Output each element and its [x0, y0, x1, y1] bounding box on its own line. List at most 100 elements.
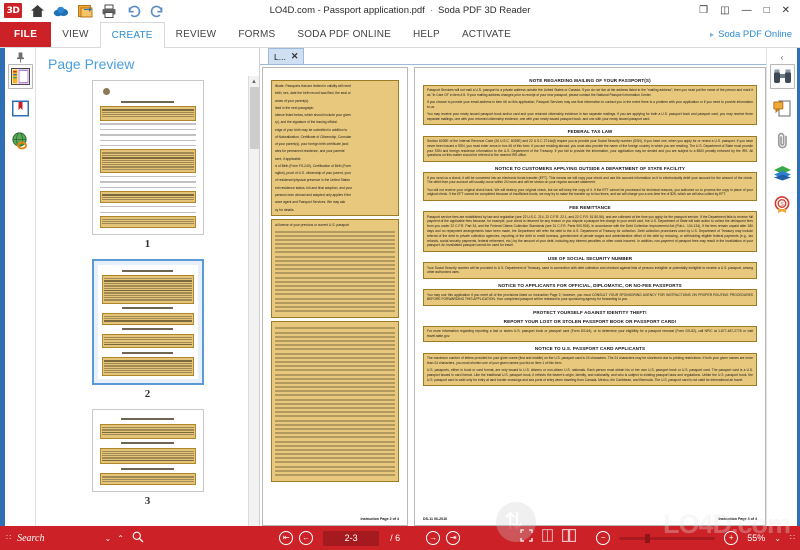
comments-icon[interactable]	[770, 96, 795, 121]
collapse-panel-button[interactable]: ‹	[781, 50, 784, 64]
page-left-fragment: ry), and the signature of the issuing of…	[275, 120, 338, 125]
section-heading: NOTICE TO CUSTOMERS APPLYING OUTSIDE A D…	[494, 165, 686, 171]
crest-icon	[102, 88, 110, 95]
section-paragraph: If you choose to provide your email addr…	[427, 100, 753, 109]
print-icon[interactable]	[100, 2, 118, 20]
page-number-input[interactable]: 2-3	[323, 530, 380, 546]
soda-3d-logo-icon[interactable]: 3D	[4, 2, 22, 20]
page-preview-icon[interactable]	[7, 64, 33, 89]
tab-activate[interactable]: ACTIVATE	[451, 22, 522, 47]
maximize-button[interactable]: □	[764, 5, 770, 16]
home-icon[interactable]	[28, 2, 46, 20]
page-right-footer: DS-11 06-2016 Instruction Page 3 of 4	[423, 514, 757, 521]
section-paragraph: You may use this application if you meet…	[427, 292, 753, 302]
search-binoculars-icon[interactable]	[769, 64, 795, 89]
section-paragraph: For more information regarding reporting…	[427, 329, 753, 338]
close-button[interactable]: ✕	[782, 5, 790, 16]
search-prev-icon[interactable]: ⌃	[117, 534, 124, 543]
page-left-footer: Instruction Page 2 of 4	[271, 514, 399, 521]
zoom-slider[interactable]	[619, 533, 716, 543]
zoom-in-button[interactable]: +	[724, 531, 739, 545]
last-page-button[interactable]: ⇥	[446, 531, 461, 545]
section-heading: FEDERAL TAX LAW	[567, 129, 613, 135]
chevron-right-icon: ▸	[710, 30, 715, 39]
undo-icon[interactable]	[124, 2, 142, 20]
tab-help[interactable]: HELP	[402, 22, 451, 47]
bookmarks-icon[interactable]	[8, 96, 33, 121]
thumbnail-item-2[interactable]: 2	[36, 258, 259, 410]
next-page-button[interactable]: →	[426, 531, 441, 545]
window-title-document: LO4D.com - Passport application.pdf	[269, 5, 425, 16]
redo-icon[interactable]	[148, 2, 166, 20]
preview-scrollbar[interactable]: ▲	[248, 76, 259, 526]
links-globe-icon[interactable]	[8, 128, 33, 153]
section-heading: FEE REMITTANCE	[569, 204, 611, 210]
first-page-button[interactable]: ⇤	[279, 531, 294, 545]
zoom-slider-handle[interactable]	[645, 533, 651, 543]
preview-scrollbar-thumb[interactable]	[250, 87, 259, 149]
tab-create[interactable]: CREATE	[99, 22, 165, 48]
document-canvas[interactable]: ificate. Passports that are limited in v…	[260, 65, 766, 526]
document-page-left[interactable]: ificate. Passports that are limited in v…	[262, 67, 408, 526]
title-bar: 3D LO4D.com - Passport application.pdf ·…	[0, 0, 800, 22]
section-heading: NOTICE TO U.S. PASSPORT CARD APPLICANTS	[534, 346, 646, 352]
thumbnail-page-2[interactable]	[91, 258, 204, 386]
search-next-icon[interactable]: ⌄	[105, 534, 112, 543]
section-body: You may use this application if you meet…	[423, 289, 757, 306]
facing-pages-icon[interactable]	[562, 529, 577, 547]
search-icon[interactable]	[132, 531, 144, 546]
soda-pdf-online-link[interactable]: ▸ Soda PDF Online	[710, 22, 800, 47]
zoom-level-label[interactable]: 55%	[747, 533, 765, 543]
fit-screen-icon[interactable]	[520, 529, 533, 547]
page-left-fragment: nglish), proof of U.S. citizenship of yo…	[275, 171, 351, 176]
view-mode-group: − + 55% ⌄ ∷	[520, 529, 795, 547]
section-paragraph: The maximum number of letters provided f…	[427, 356, 753, 365]
thumbnail-item-1[interactable]: 1	[36, 80, 259, 259]
attachments-paperclip-icon[interactable]	[770, 128, 795, 153]
page-left-fragment: rt of Birth (Form FS-240), Certification…	[275, 163, 352, 168]
thumbnail-item-3[interactable]: 3	[36, 409, 259, 516]
page-total-label: / 6	[390, 533, 401, 543]
preview-scroll-up-button[interactable]: ▲	[249, 76, 259, 87]
tab-view[interactable]: VIEW	[51, 22, 99, 47]
quick-access-toolbar: 3D	[0, 2, 166, 20]
minimize-button[interactable]: —	[742, 5, 752, 16]
section-paragraph: Passport service fees are established by…	[427, 214, 753, 248]
pin-panel-button[interactable]	[5, 50, 35, 64]
zoom-out-button[interactable]: −	[596, 531, 611, 545]
stamp-signature-icon[interactable]: S	[770, 192, 795, 217]
tab-soda-pdf-online[interactable]: SODA PDF ONLINE	[286, 22, 402, 47]
section-paragraph: U.S. passports, either in book or card f…	[427, 368, 753, 382]
tab-forms[interactable]: FORMS	[227, 22, 286, 47]
page-left-fragment: edge of your birth may be submitted in a…	[275, 127, 348, 132]
thumbnail-page-1[interactable]	[91, 80, 204, 235]
tab-file[interactable]: FILE	[0, 22, 52, 47]
zoom-dropdown-icon[interactable]: ⌄	[774, 534, 781, 543]
fullscreen-button[interactable]: ❐	[699, 5, 708, 16]
page-left-fragment: ent residence status, full and final ado…	[275, 185, 353, 190]
document-tab[interactable]: L... ✕	[268, 48, 305, 64]
cloud-icon[interactable]	[52, 2, 70, 20]
single-page-icon[interactable]	[542, 529, 554, 547]
layers-icon[interactable]	[770, 160, 795, 185]
section-subheading: REPORT YOUR LOST OR STOLEN PASSPORT BOOK…	[503, 319, 677, 325]
thumbnail-list[interactable]: 1 2 3	[36, 78, 259, 526]
section-paragraph: You will not receive your original check…	[427, 187, 753, 197]
page-left-fragment: ificate. Passports that are limited in v…	[275, 84, 351, 88]
window-resize-grip[interactable]: ∷	[790, 534, 795, 542]
restore-down-button[interactable]: ◫	[720, 5, 729, 16]
page-left-fragment: ibed in the next paragraph.	[275, 105, 315, 110]
convert-icon[interactable]	[76, 2, 94, 20]
document-tab-close-icon[interactable]: ✕	[291, 51, 299, 62]
document-area: L... ✕ ificate. Passports that are limit…	[260, 48, 766, 526]
section-heading: NOTICE TO APPLICANTS FOR OFFICIAL, DIPLO…	[498, 282, 682, 288]
page-left-block-3	[271, 321, 399, 483]
left-tool-strip	[5, 48, 36, 526]
previous-page-button[interactable]: ←	[299, 531, 314, 545]
search-input[interactable]: Search	[17, 533, 44, 544]
thumbnail-page-3[interactable]	[91, 409, 204, 493]
document-page-right[interactable]: NOTE REGARDING MAILING OF YOUR PASSPORT(…	[414, 67, 766, 526]
ribbon-tab-bar: FILE VIEW CREATE REVIEW FORMS SODA PDF O…	[0, 22, 800, 48]
main-body: Page Preview 1 2 3 ▲ L... ✕ ificate. Pas…	[0, 48, 800, 526]
tab-review[interactable]: REVIEW	[165, 22, 228, 47]
